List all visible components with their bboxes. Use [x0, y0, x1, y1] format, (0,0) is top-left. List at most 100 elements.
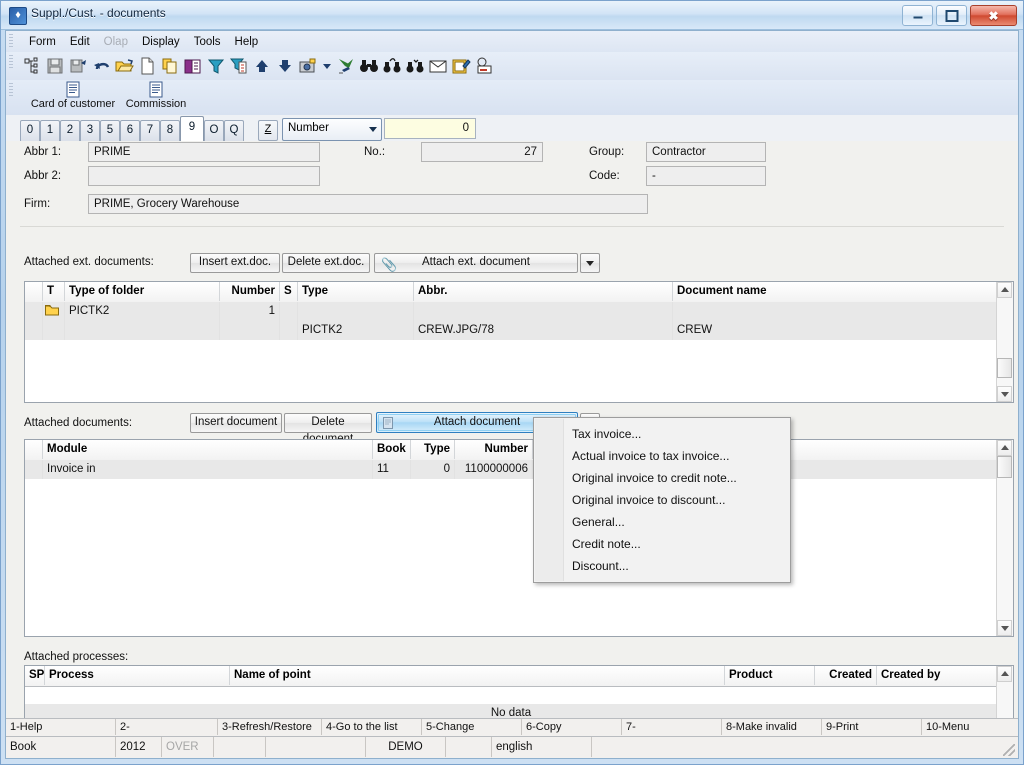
- undo-icon[interactable]: [91, 56, 111, 76]
- col-document-name[interactable]: Document name: [673, 282, 997, 301]
- tab-q[interactable]: Q: [224, 120, 244, 141]
- fkey-5[interactable]: 5-Change: [422, 719, 522, 735]
- notes-icon[interactable]: [451, 56, 471, 76]
- col-number-doc[interactable]: Number: [455, 440, 533, 459]
- col-abbr[interactable]: Abbr.: [414, 282, 673, 301]
- menu-item-tools[interactable]: Tools: [187, 34, 228, 50]
- col-sp[interactable]: SP: [25, 666, 45, 685]
- attach-ext-document-dropdown[interactable]: [580, 253, 600, 273]
- tab-5[interactable]: 5: [100, 120, 120, 141]
- col-type-doc[interactable]: Type: [411, 440, 455, 459]
- book-icon[interactable]: [183, 56, 203, 76]
- export-icon[interactable]: [336, 56, 356, 76]
- menu-item-display[interactable]: Display: [135, 34, 187, 50]
- col-number[interactable]: Number: [220, 282, 280, 301]
- tab-o[interactable]: O: [204, 120, 224, 141]
- number-input[interactable]: 0: [384, 118, 476, 139]
- number-combo[interactable]: Number: [282, 118, 382, 141]
- toolbar-grip[interactable]: [9, 55, 13, 70]
- fkey-8[interactable]: 8-Make invalid: [722, 719, 822, 735]
- mail-icon[interactable]: [428, 56, 448, 76]
- save-icon[interactable]: [45, 56, 65, 76]
- abbr1-input[interactable]: PRIME: [88, 142, 320, 162]
- stamp-icon[interactable]: [474, 56, 494, 76]
- tab-3[interactable]: 3: [80, 120, 100, 141]
- close-button[interactable]: ✖: [970, 5, 1017, 26]
- col-type-of-folder[interactable]: Type of folder: [65, 282, 220, 301]
- ext-documents-scrollbar[interactable]: [996, 282, 1013, 402]
- tab-8[interactable]: 8: [160, 120, 180, 141]
- menu-item-original-invoice-to-discount[interactable]: Original invoice to discount...: [534, 489, 790, 511]
- table-row[interactable]: PICTK2 CREW.JPG/78 CREW: [25, 321, 1013, 340]
- col-process[interactable]: Process: [45, 666, 230, 685]
- arrow-down-icon[interactable]: [275, 56, 295, 76]
- bigbar-grip[interactable]: [9, 83, 13, 98]
- no-input[interactable]: 27: [421, 142, 543, 162]
- maximize-button[interactable]: [936, 5, 967, 26]
- delete-ext-doc-button[interactable]: Delete ext.doc.: [282, 253, 370, 273]
- col-book[interactable]: Book: [373, 440, 411, 459]
- resize-grip[interactable]: [1003, 744, 1015, 756]
- tab-0[interactable]: 0: [20, 120, 40, 141]
- tab-9[interactable]: 9: [180, 116, 204, 141]
- fkey-4[interactable]: 4-Go to the list: [322, 719, 422, 735]
- fkey-6[interactable]: 6-Copy: [522, 719, 622, 735]
- scroll-up-button[interactable]: [997, 440, 1012, 456]
- dropdown-arrow-icon[interactable]: [321, 56, 333, 76]
- fkey-7[interactable]: 7-: [622, 719, 722, 735]
- menu-item-discount[interactable]: Discount...: [534, 555, 790, 577]
- delete-document-button[interactable]: Delete document: [284, 413, 372, 445]
- insert-ext-doc-button[interactable]: Insert ext.doc.: [190, 253, 280, 273]
- scroll-up-button[interactable]: [997, 282, 1012, 298]
- tab-7[interactable]: 7: [140, 120, 160, 141]
- firm-input[interactable]: PRIME, Grocery Warehouse: [88, 194, 648, 214]
- col-product[interactable]: Product: [725, 666, 815, 685]
- menu-grip[interactable]: [9, 34, 13, 49]
- tree-view-icon[interactable]: [22, 56, 42, 76]
- scroll-down-button[interactable]: [997, 386, 1012, 402]
- scroll-up-button[interactable]: [997, 666, 1012, 682]
- copy-icon[interactable]: [160, 56, 180, 76]
- row-selector[interactable]: [25, 460, 43, 479]
- binoculars-icon[interactable]: [359, 56, 379, 76]
- new-document-icon[interactable]: [137, 56, 157, 76]
- menu-item-original-invoice-to-credit-note[interactable]: Original invoice to credit note...: [534, 467, 790, 489]
- fkey-3[interactable]: 3-Refresh/Restore: [218, 719, 322, 735]
- tab-1[interactable]: 1: [40, 120, 60, 141]
- col-created[interactable]: Created: [815, 666, 877, 685]
- code-input[interactable]: -: [646, 166, 766, 186]
- menu-item-tax-invoice[interactable]: Tax invoice...: [534, 423, 790, 445]
- row-selector[interactable]: [25, 321, 43, 340]
- menu-item-actual-invoice-to-tax-invoice[interactable]: Actual invoice to tax invoice...: [534, 445, 790, 467]
- scroll-thumb[interactable]: [997, 456, 1012, 478]
- card-of-customer-button[interactable]: Card of customer: [23, 81, 123, 110]
- col-name-of-point[interactable]: Name of point: [230, 666, 725, 685]
- abbr2-input[interactable]: [88, 166, 320, 186]
- camera-icon[interactable]: [298, 56, 318, 76]
- menu-item-edit[interactable]: Edit: [63, 34, 97, 50]
- col-created-by[interactable]: Created by: [877, 666, 997, 685]
- insert-document-button[interactable]: Insert document: [190, 413, 282, 433]
- filter-icon[interactable]: [206, 56, 226, 76]
- table-row[interactable]: PICTK2 1: [25, 302, 1013, 321]
- save-as-icon[interactable]: [68, 56, 88, 76]
- col-module[interactable]: Module: [43, 440, 373, 459]
- documents-scrollbar[interactable]: [996, 440, 1013, 636]
- find-next-icon[interactable]: [405, 56, 425, 76]
- tab-2[interactable]: 2: [60, 120, 80, 141]
- col-s[interactable]: S: [280, 282, 298, 301]
- col-type[interactable]: Type: [298, 282, 414, 301]
- tab-6[interactable]: 6: [120, 120, 140, 141]
- find-previous-icon[interactable]: [382, 56, 402, 76]
- table-row[interactable]: Invoice in 11 0 1100000006: [25, 460, 1013, 479]
- fkey-1[interactable]: 1-Help: [6, 719, 116, 735]
- menu-item-help[interactable]: Help: [228, 34, 266, 50]
- fkey-9[interactable]: 9-Print: [822, 719, 922, 735]
- z-button[interactable]: Z: [258, 120, 278, 141]
- group-input[interactable]: Contractor: [646, 142, 766, 162]
- fkey-10[interactable]: 10-Menu: [922, 719, 1018, 735]
- menu-item-credit-note[interactable]: Credit note...: [534, 533, 790, 555]
- fkey-2[interactable]: 2-: [116, 719, 218, 735]
- arrow-up-icon[interactable]: [252, 56, 272, 76]
- scroll-down-button[interactable]: [997, 620, 1012, 636]
